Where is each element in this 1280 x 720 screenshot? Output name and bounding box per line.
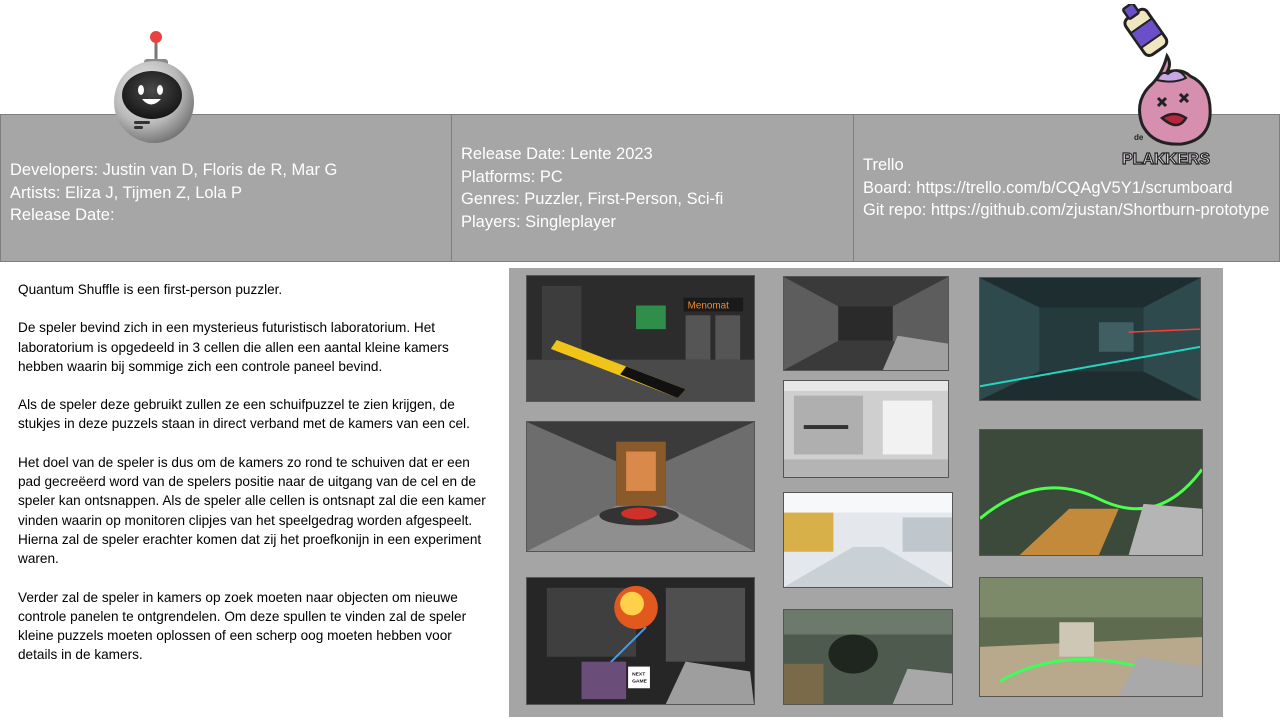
- plakkers-logo-prefix: de: [1134, 133, 1144, 142]
- info-cell-team: Developers: Justin van D, Floris de R, M…: [0, 114, 452, 262]
- game-description: Quantum Shuffle is een first-person puzz…: [18, 280, 488, 684]
- screenshot-vending-room: Menomat: [526, 275, 755, 402]
- trello-board-link[interactable]: Board: https://trello.com/b/CQAgV5Y1/scr…: [863, 177, 1271, 200]
- release-date-text: Release Date: Lente 2023: [461, 145, 653, 163]
- screenshot-courtyard: [979, 577, 1203, 697]
- screenshot-neon-lab: [979, 277, 1201, 401]
- screenshot-warehouse: [783, 492, 953, 588]
- description-paragraph-3: Als de speler deze gebruikt zullen ze ee…: [18, 397, 470, 432]
- platforms-text: Platforms: PC: [461, 167, 563, 186]
- screenshot-explosion-room: NEXT GAME: [526, 577, 755, 705]
- screenshot-green-pipes: [979, 429, 1203, 556]
- description-paragraph-2: De speler bevind zich in een mysterieus …: [18, 320, 449, 374]
- vending-sign-text: Menomat: [688, 301, 730, 312]
- plakkers-logo-text: PLAKKERS: [1122, 151, 1210, 168]
- plakkers-logo-icon: de PLAKKERS: [1121, 4, 1212, 169]
- artists-text: Artists: Eliza J, Tijmen Z, Lola P: [10, 183, 242, 202]
- git-repo-link[interactable]: Git repo: https://github.com/zjustan/Sho…: [863, 199, 1271, 222]
- genres-text: Genres: Puzzler, First-Person, Sci-fi: [461, 190, 724, 208]
- description-paragraph-5: Verder zal de speler in kamers op zoek m…: [18, 589, 467, 663]
- screenshot-gallery: Menomat NEXT GAME: [509, 268, 1223, 717]
- screenshot-glass-office: [783, 380, 949, 478]
- info-cell-release: Release Date: Lente 2023 Platforms: PC G…: [451, 114, 854, 262]
- description-paragraph-4: Het doel van de speler is dus om de kame…: [18, 454, 486, 567]
- screenshot-corridor-hatch: [526, 421, 755, 552]
- players-text: Players: Singleplayer: [461, 212, 616, 231]
- screenshot-dark-hallway: [783, 276, 949, 371]
- developers-text: Developers: Justin van D, Floris de R, M…: [10, 161, 338, 180]
- robot-mascot-icon: [114, 31, 194, 143]
- next-game-badge-line-2: GAME: [632, 678, 648, 684]
- release-date-empty-text: Release Date:: [10, 206, 115, 225]
- next-game-badge-line-1: NEXT: [632, 671, 645, 677]
- screenshot-overgrown-tunnel: [783, 609, 953, 705]
- description-paragraph-1: Quantum Shuffle is een first-person puzz…: [18, 282, 283, 297]
